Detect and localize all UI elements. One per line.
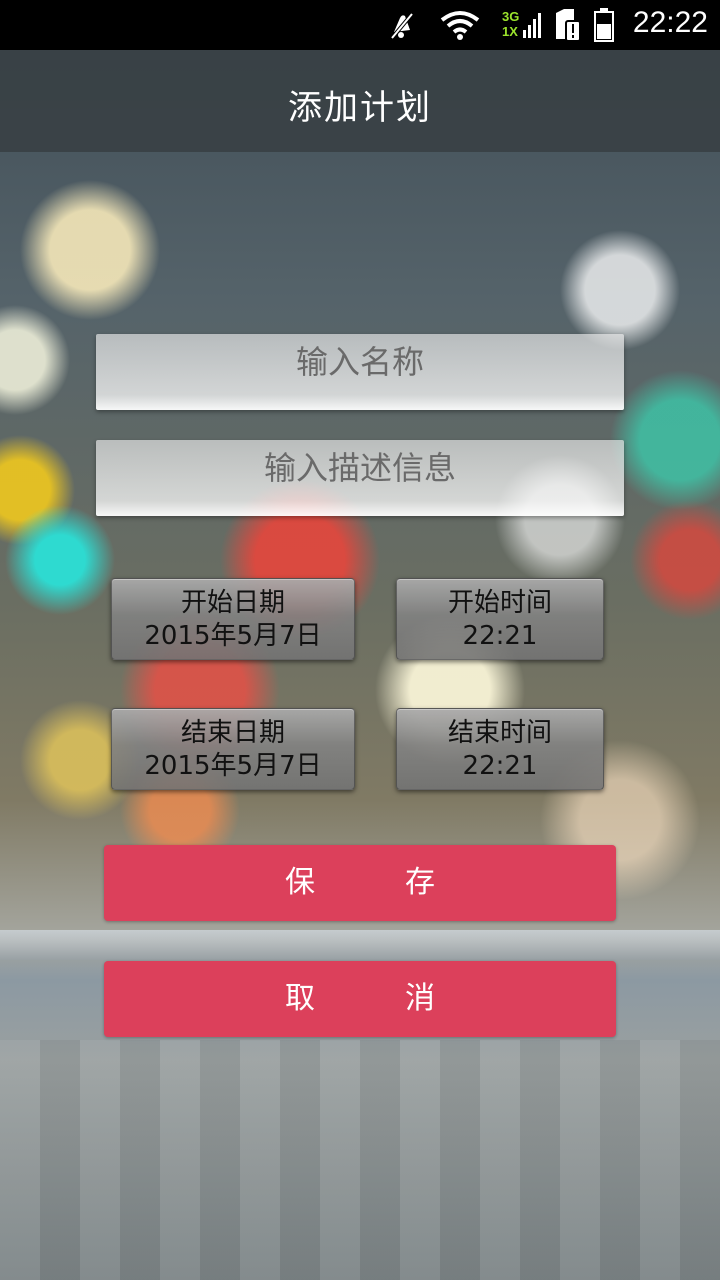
- mute-icon: [390, 12, 414, 40]
- background-floor: [0, 1040, 720, 1280]
- end-date-button[interactable]: 结束日期 2015年5月7日: [111, 708, 355, 790]
- start-date-button[interactable]: 开始日期 2015年5月7日: [111, 578, 355, 660]
- start-time-label: 开始时间: [447, 588, 552, 618]
- cancel-label-second: 消: [405, 981, 435, 1016]
- end-date-value: 2015年5月7日: [144, 751, 322, 781]
- name-input[interactable]: [96, 334, 624, 390]
- description-input[interactable]: [96, 440, 624, 496]
- save-button[interactable]: 保存: [104, 845, 616, 921]
- save-label-first: 保: [285, 865, 315, 900]
- name-field[interactable]: [96, 334, 624, 410]
- end-time-label: 结束时间: [447, 718, 552, 748]
- signal-icon: [523, 13, 541, 38]
- clock: 22:22: [632, 6, 708, 39]
- network-type-top: 3G: [502, 9, 520, 24]
- start-date-label: 开始日期: [180, 588, 285, 618]
- description-field[interactable]: [96, 440, 624, 516]
- action-bar: 添加计划: [0, 50, 720, 152]
- network-type-bottom: 1X: [502, 24, 518, 39]
- end-time-value: 22:21: [462, 751, 538, 781]
- sim-alert-icon: [556, 9, 581, 41]
- page-title: 添加计划: [288, 88, 432, 128]
- background-image: [0, 0, 720, 1280]
- end-date-label: 结束日期: [180, 718, 285, 748]
- start-time-value: 22:21: [462, 621, 538, 651]
- battery-icon: [594, 8, 614, 42]
- cancel-button[interactable]: 取消: [104, 961, 616, 1037]
- cancel-label-first: 取: [285, 981, 315, 1016]
- start-time-button[interactable]: 开始时间 22:21: [396, 578, 604, 660]
- save-label-second: 存: [405, 865, 435, 900]
- wifi-icon: [440, 11, 480, 40]
- background-rail: [0, 930, 720, 960]
- end-time-button[interactable]: 结束时间 22:21: [396, 708, 604, 790]
- status-bar: 3G 1X 22:22: [0, 0, 720, 50]
- start-date-value: 2015年5月7日: [144, 621, 322, 651]
- network-type: 3G 1X: [502, 9, 524, 39]
